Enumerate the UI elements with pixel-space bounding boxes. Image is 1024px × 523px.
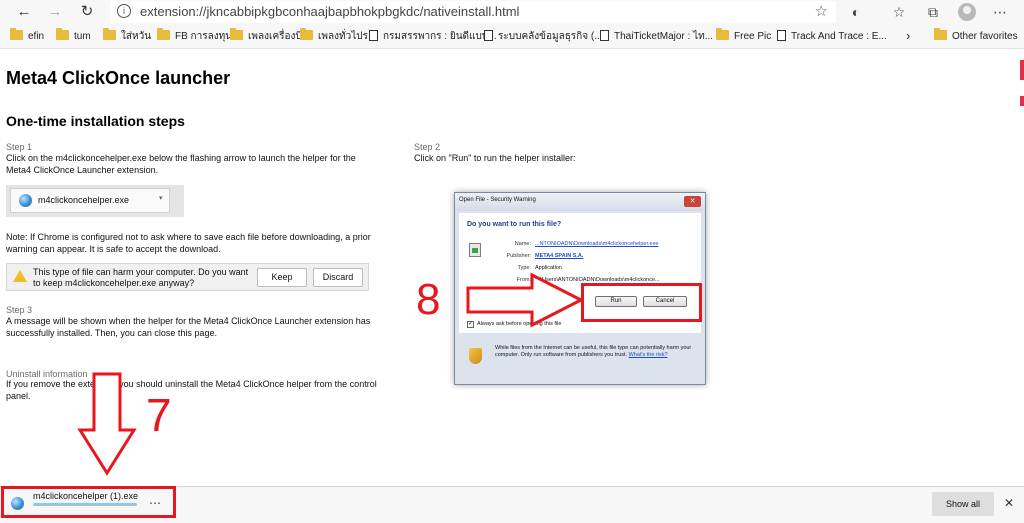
download-warning-bar: This type of file can harm your computer… — [6, 263, 369, 291]
scroll-marker — [1020, 96, 1024, 106]
field-key: Publisher: — [506, 253, 531, 259]
page-icon — [600, 30, 609, 41]
bookmark-fb[interactable]: FB การลงทุน — [157, 28, 233, 45]
favorites-bar: efin tum ใส่หวัน FB การลงทุน เพลงเครื่อง… — [0, 25, 1024, 49]
bookmark-label: ใส่หวัน — [121, 31, 152, 42]
site-info-icon[interactable]: i — [117, 4, 131, 18]
bookmark-revenue[interactable]: กรมสรรพากร : ยินดีแบบ... — [369, 29, 497, 45]
add-favorite-icon[interactable]: ☆ — [815, 2, 828, 20]
bookmark-track-and-trace[interactable]: Track And Trace : E... — [777, 29, 887, 45]
folder-icon — [157, 28, 170, 40]
bookmark-label: ระบบคลังข้อมูลธุรกิจ (... — [498, 31, 603, 42]
reload-button[interactable]: ↻ — [77, 2, 97, 22]
arrow-right-icon — [466, 272, 585, 328]
bookmark-label: tum — [74, 31, 91, 42]
step2-text: Click on "Run" to run the helper install… — [414, 153, 576, 163]
file-button-label: m4clickoncehelper.exe — [38, 195, 130, 205]
chevron-right-icon[interactable]: › — [906, 28, 910, 43]
bookmark-label: Track And Trace : E... — [791, 31, 887, 42]
folder-icon — [10, 28, 23, 40]
bookmark-label: Free Pic — [734, 31, 772, 42]
folder-icon — [300, 28, 313, 40]
globe-icon — [19, 194, 32, 207]
uninstall-text: If you remove the extension you should u… — [6, 379, 377, 401]
dialog-footer-text: While files from the Internet can be use… — [495, 345, 695, 359]
annotation-number-7: 7 — [146, 389, 172, 441]
forward-button[interactable]: → — [45, 2, 65, 22]
application-icon — [469, 243, 481, 257]
page-title: Meta4 ClickOnce launcher — [6, 68, 231, 88]
field-key: Name: — [514, 241, 531, 247]
keep-button[interactable]: Keep — [257, 268, 307, 287]
bookmark-tum[interactable]: tum — [56, 28, 91, 45]
chevron-down-icon[interactable]: ▾ — [159, 194, 163, 202]
browser-toolbar: ← → ↻ i extension://jkncabbipkgbconhaajb… — [0, 0, 1024, 25]
dialog-titlebar: Open File - Security Warning ✕ — [455, 193, 705, 211]
bookmark-efin[interactable]: efin — [10, 28, 45, 45]
folder-icon — [103, 28, 116, 40]
close-icon: ✕ — [684, 196, 701, 207]
arrow-down-icon — [77, 372, 137, 476]
bookmark-label: Other favorites — [952, 31, 1018, 42]
field-key: Type: — [517, 265, 531, 271]
page-icon — [777, 30, 786, 41]
url-text[interactable]: extension://jkncabbipkgbconhaajbapbhokpb… — [140, 4, 519, 19]
file-button-inner[interactable]: m4clickoncehelper.exe ▾ — [10, 188, 170, 213]
bookmark-label: กรมสรรพากร : ยินดีแบบ... — [383, 31, 497, 42]
bookmark-thaiticketmajor[interactable]: ThaiTicketMajor : ไท... — [600, 29, 713, 45]
address-bar[interactable]: i extension://jkncabbipkgbconhaajbapbhok… — [110, 1, 836, 23]
field-name-value: ...NTONIOADN\Downloads\m4clickoncehelper… — [535, 241, 659, 247]
page-icon — [484, 30, 493, 41]
bookmark-folder-3[interactable]: ใส่หวัน — [103, 28, 152, 45]
dialog-title: Open File - Security Warning — [459, 197, 536, 203]
folder-icon — [230, 28, 243, 40]
step2-label: Step 2 — [414, 142, 441, 152]
show-all-button[interactable]: Show all — [932, 492, 994, 516]
folder-icon — [934, 28, 947, 40]
highlight-box-download — [1, 486, 176, 518]
bookmark-label: efin — [28, 31, 45, 42]
step3-label: Step 3 — [6, 305, 33, 315]
field-publisher-value: META4 SPAIN S.A. — [535, 253, 584, 259]
bookmark-other-favorites[interactable]: Other favorites — [934, 28, 1018, 45]
note-text: Note: If Chrome is configured not to ask… — [6, 232, 371, 254]
risk-link: What's the risk? — [628, 352, 668, 358]
step1-label: Step 1 — [6, 142, 33, 152]
bookmark-label: เพลงทั่วไปร — [318, 31, 368, 42]
step3-text: A message will be shown when the helper … — [6, 316, 371, 338]
folder-icon — [716, 28, 729, 40]
field-type-value: Application — [535, 265, 562, 271]
collections-icon[interactable]: ⧉ — [924, 3, 942, 21]
favorites-icon[interactable]: ☆ — [890, 3, 908, 21]
warning-text: This type of file can harm your computer… — [33, 267, 249, 288]
bookmark-label: ThaiTicketMajor : ไท... — [614, 31, 714, 42]
back-button[interactable]: ← — [14, 2, 34, 22]
warning-icon — [13, 270, 27, 282]
dialog-question: Do you want to run this file? — [467, 221, 562, 228]
bookmark-folder-6[interactable]: เพลงทั่วไปร — [300, 28, 368, 45]
more-icon[interactable]: ⋯ — [991, 3, 1009, 21]
section-title: One-time installation steps — [6, 113, 185, 129]
bookmark-label: FB การลงทุน — [175, 31, 233, 42]
download-file-button[interactable]: m4clickoncehelper.exe ▾ — [6, 185, 184, 217]
discard-button[interactable]: Discard — [313, 268, 363, 287]
bookmark-free-pic[interactable]: Free Pic — [716, 28, 772, 45]
step1-text: Click on the m4clickoncehelper.exe below… — [6, 153, 356, 175]
highlight-box-run — [581, 283, 702, 322]
folder-icon — [56, 28, 69, 40]
page-icon — [369, 30, 378, 41]
bookmark-dbd[interactable]: ระบบคลังข้อมูลธุรกิจ (... — [484, 29, 603, 45]
scroll-marker — [1020, 60, 1024, 80]
annotation-number-8: 8 — [416, 275, 441, 324]
extension-icon[interactable]: ◐ — [847, 3, 865, 21]
shield-icon — [469, 348, 482, 364]
bookmark-folder-5[interactable]: เพลงเครื่องบิน — [230, 28, 309, 45]
scrollbar[interactable] — [1018, 49, 1024, 486]
close-icon[interactable]: ✕ — [1004, 496, 1014, 510]
profile-avatar[interactable] — [958, 3, 976, 21]
